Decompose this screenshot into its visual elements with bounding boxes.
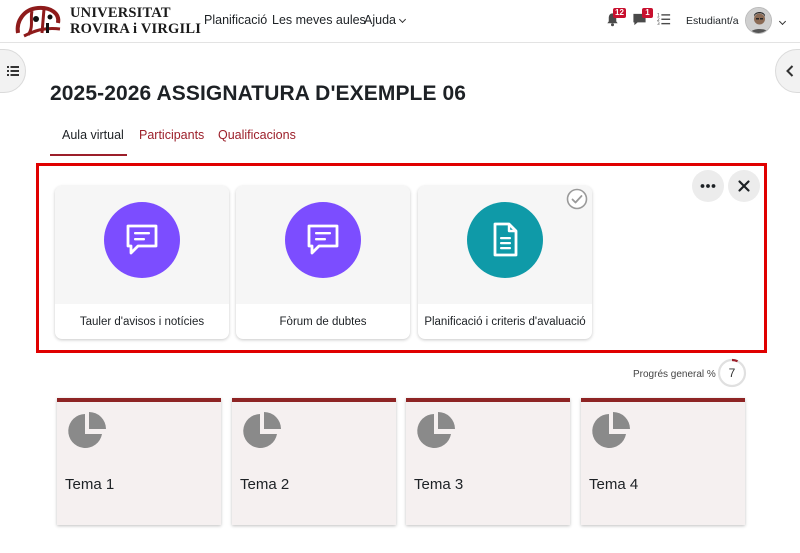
- close-icon: [738, 180, 750, 192]
- tab-participants[interactable]: Participants: [139, 128, 204, 142]
- university-name: UNIVERSITAT ROVIRA i VIRGILI: [70, 5, 202, 37]
- completion-check-icon[interactable]: [566, 188, 588, 210]
- topic-card-1[interactable]: Tema 1: [57, 398, 221, 525]
- pie-chart-icon: [68, 412, 106, 448]
- university-logo[interactable]: [14, 3, 70, 39]
- topic-card-3[interactable]: Tema 3: [406, 398, 570, 525]
- pie-chart-icon: [243, 412, 281, 448]
- activity-card-forum-dubtes[interactable]: Fòrum de dubtes: [236, 186, 410, 339]
- pie-chart-icon: [592, 412, 630, 448]
- activity-icon-circle: [285, 202, 361, 278]
- messages-badge: 1: [642, 8, 653, 18]
- ellipsis-icon: [700, 184, 716, 188]
- activity-label: Planificació i criteris d'avaluació: [424, 316, 586, 328]
- avatar[interactable]: [745, 7, 772, 34]
- topic-label: Tema 4: [589, 476, 639, 493]
- nav-les-meves-aules[interactable]: Les meves aules: [272, 13, 366, 27]
- nav-ajuda-label: Ajuda: [364, 13, 396, 27]
- forum-icon: [307, 224, 339, 255]
- chevron-down-icon: [398, 15, 407, 24]
- activity-label: Tauler d'avisos i notícies: [79, 316, 205, 328]
- course-index-button[interactable]: 1 2 3: [657, 12, 671, 31]
- user-menu-chevron-icon[interactable]: [778, 17, 787, 26]
- topic-label: Tema 2: [240, 476, 290, 493]
- tab-qualificacions[interactable]: Qualificacions: [218, 128, 296, 142]
- topic-card-4[interactable]: Tema 4: [581, 398, 745, 525]
- activity-card-image: [418, 186, 592, 304]
- tab-aula-virtual[interactable]: Aula virtual: [62, 128, 124, 142]
- block-drawer-toggle[interactable]: [775, 49, 800, 93]
- close-button[interactable]: [728, 170, 760, 202]
- activity-label: Fòrum de dubtes: [279, 316, 367, 328]
- activity-card-image: [236, 186, 410, 304]
- chevron-left-icon: [786, 65, 794, 77]
- activity-icon-circle: [104, 202, 180, 278]
- activity-icon-circle: [467, 202, 543, 278]
- nav-ajuda[interactable]: Ajuda: [364, 13, 407, 27]
- pie-chart-icon: [417, 412, 455, 448]
- progress-value: 7: [728, 366, 736, 380]
- activity-card-tauler[interactable]: Tauler d'avisos i notícies: [55, 186, 229, 339]
- activity-card-planificacio[interactable]: Planificació i criteris d'avaluació: [418, 186, 592, 339]
- course-index-drawer-toggle[interactable]: [0, 49, 26, 93]
- top-navbar: UNIVERSITAT ROVIRA i VIRGILI Planificaci…: [0, 0, 800, 43]
- more-options-button[interactable]: [692, 170, 724, 202]
- topic-label: Tema 1: [65, 476, 115, 493]
- messages-button[interactable]: 1: [632, 8, 653, 32]
- document-icon: [493, 222, 518, 257]
- topic-label: Tema 3: [414, 476, 464, 493]
- topic-card-2[interactable]: Tema 2: [232, 398, 396, 525]
- notifications-badge: 12: [613, 8, 626, 18]
- forum-icon: [126, 224, 158, 255]
- notifications-button[interactable]: 12: [605, 8, 626, 32]
- active-tab-indicator: [50, 154, 127, 156]
- svg-text:3: 3: [657, 21, 660, 26]
- nav-planificacio[interactable]: Planificació: [204, 13, 267, 27]
- list-numbered-icon: 1 2 3: [657, 12, 671, 27]
- list-icon: [7, 66, 19, 76]
- progress-label: Progrés general %: [633, 369, 716, 380]
- activity-card-image: [55, 186, 229, 304]
- page-title: 2025-2026 ASSIGNATURA D'EXEMPLE 06: [50, 82, 467, 105]
- user-role: Estudiant/a: [686, 15, 739, 27]
